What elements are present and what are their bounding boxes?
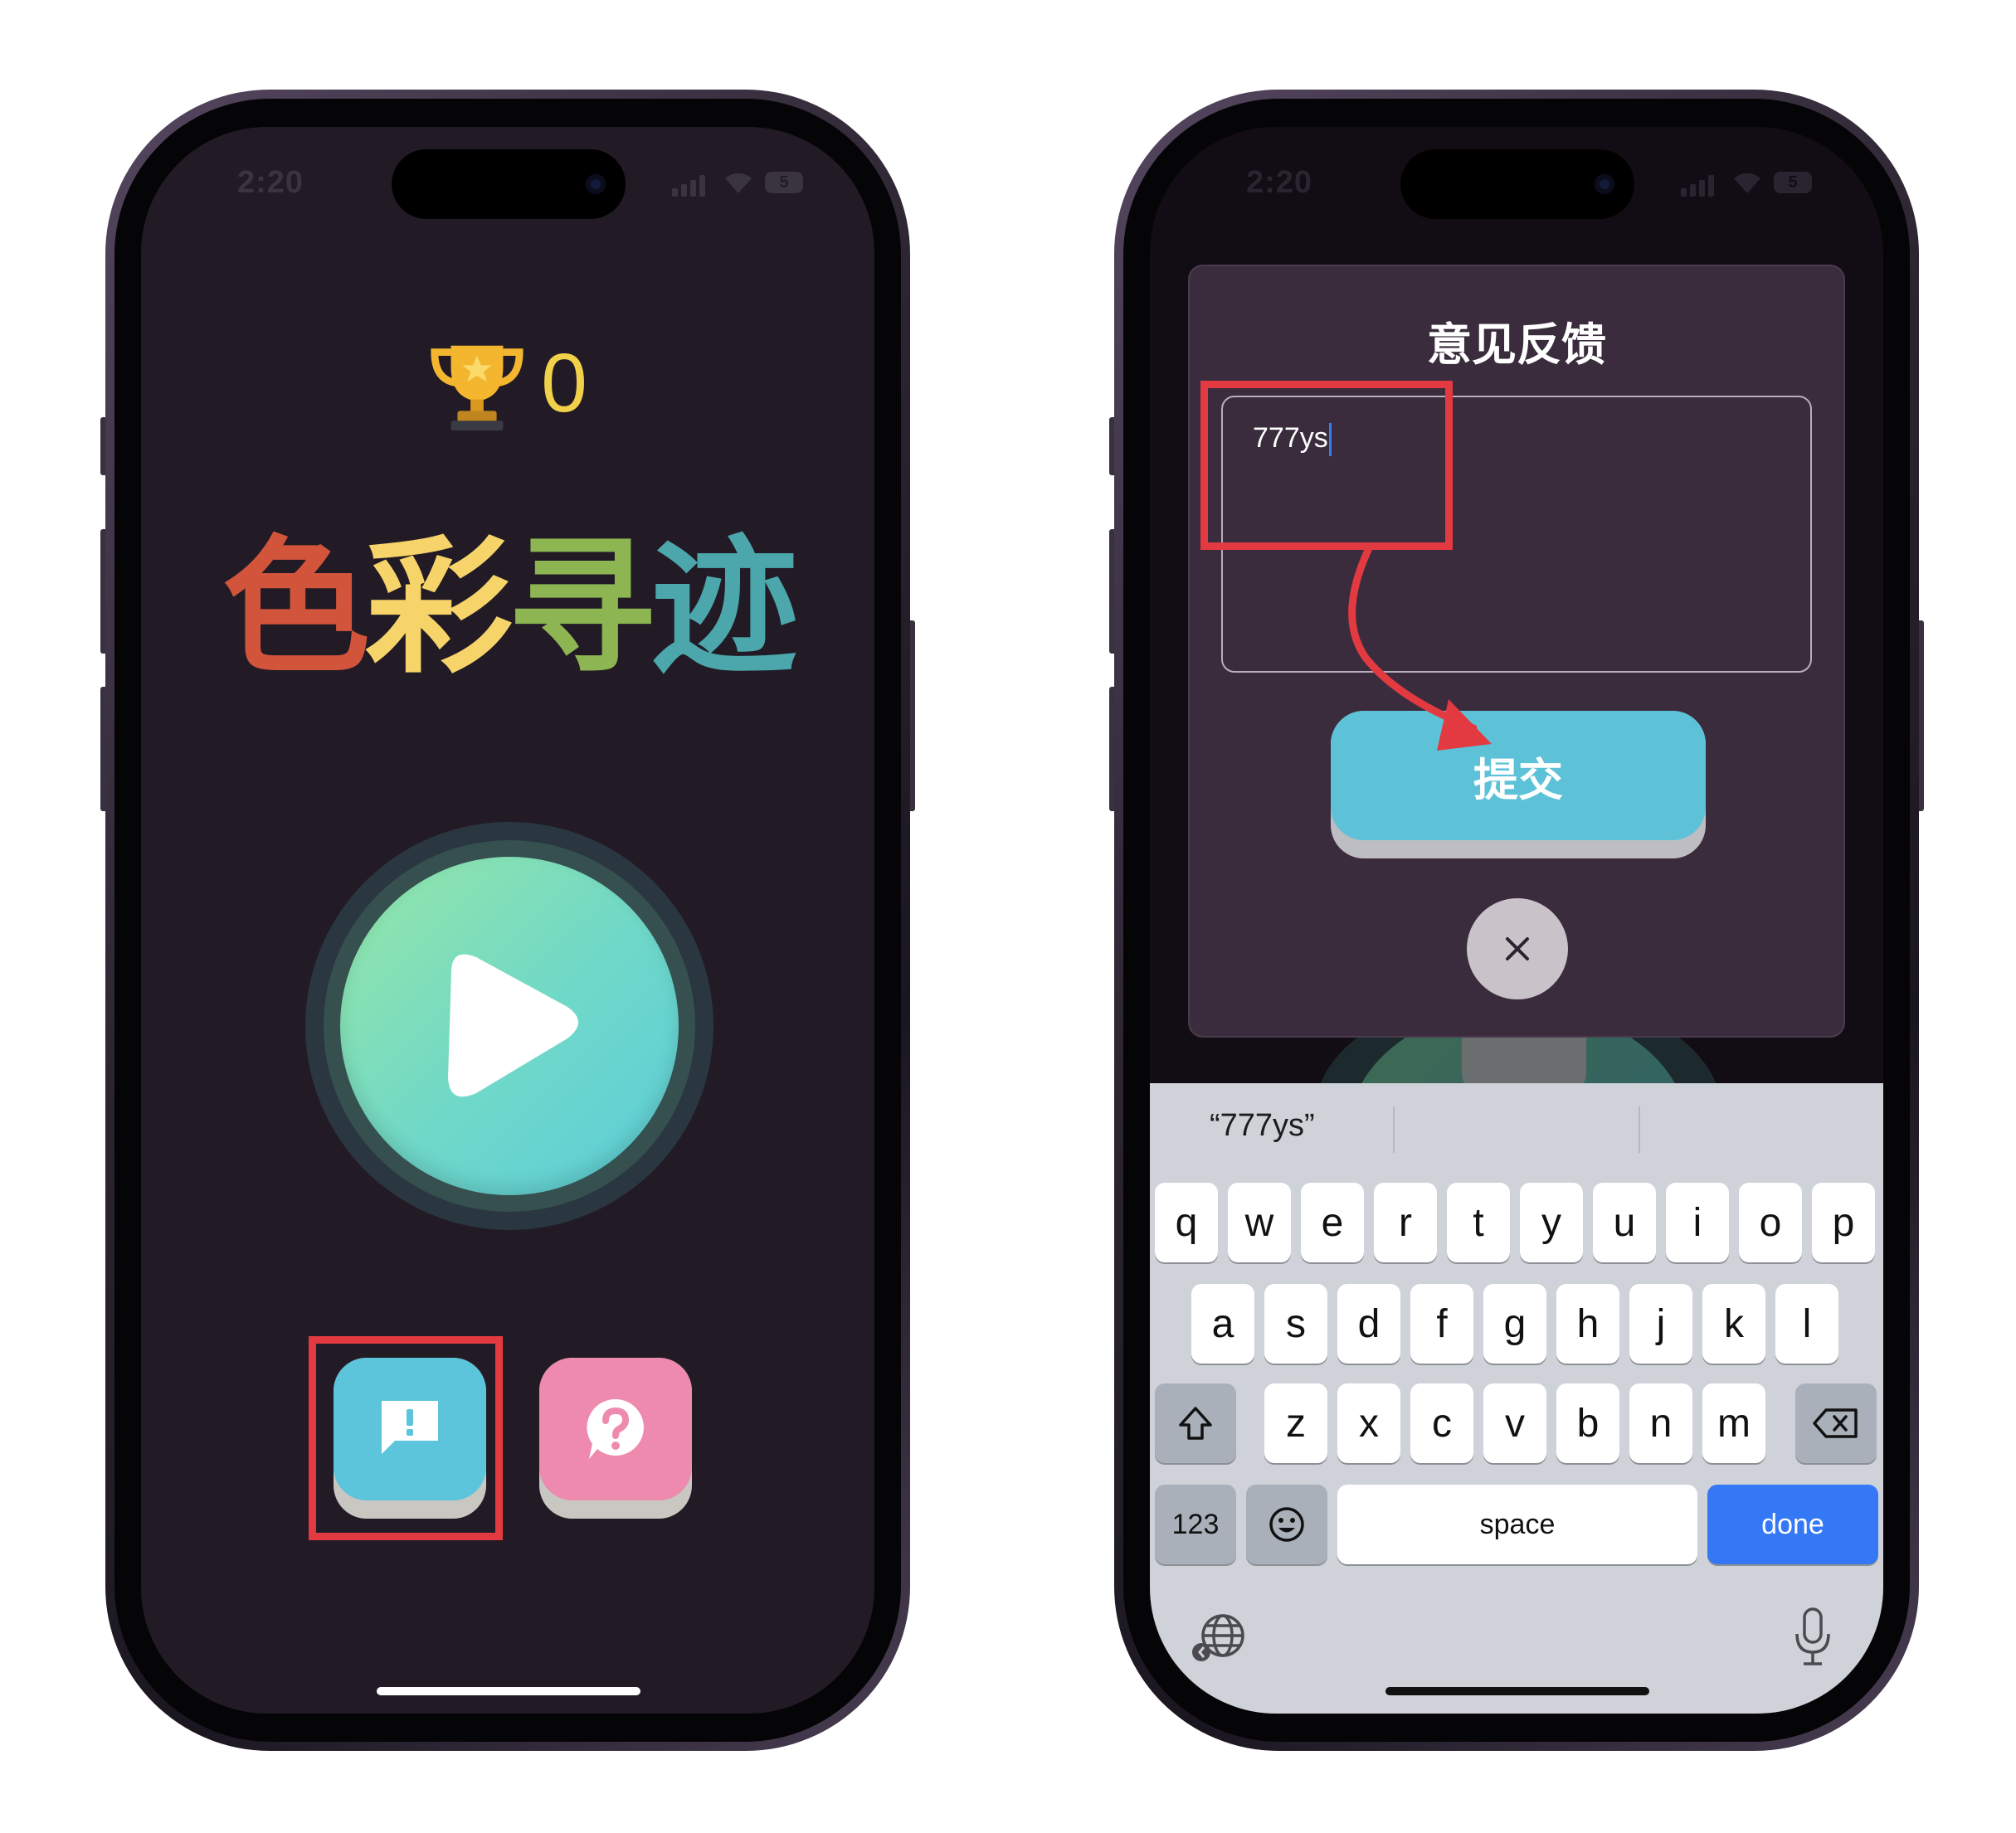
feedback-screen: 2:20 5 意见反馈 777ys 提交 “777ys” q w e r t y… bbox=[1150, 127, 1883, 1714]
key-f[interactable]: f bbox=[1410, 1284, 1473, 1364]
play-button-glow bbox=[305, 822, 713, 1230]
play-button-ring bbox=[324, 840, 695, 1212]
key-g[interactable]: g bbox=[1483, 1284, 1546, 1364]
emoji-key[interactable] bbox=[1246, 1485, 1327, 1564]
done-key[interactable]: done bbox=[1707, 1485, 1878, 1564]
key-m[interactable]: m bbox=[1702, 1383, 1765, 1463]
key-u[interactable]: u bbox=[1593, 1183, 1656, 1262]
delete-key[interactable] bbox=[1795, 1383, 1877, 1463]
key-q[interactable]: q bbox=[1155, 1183, 1218, 1262]
suggestion-divider bbox=[1393, 1106, 1395, 1153]
key-i[interactable]: i bbox=[1666, 1183, 1729, 1262]
key-o[interactable]: o bbox=[1739, 1183, 1802, 1262]
game-title: 色彩寻迹 bbox=[141, 533, 874, 681]
shift-key[interactable] bbox=[1155, 1383, 1236, 1463]
delete-icon bbox=[1813, 1408, 1858, 1438]
key-l[interactable]: l bbox=[1775, 1284, 1838, 1364]
key-p[interactable]: p bbox=[1812, 1183, 1875, 1262]
key-h[interactable]: h bbox=[1556, 1284, 1619, 1364]
home-indicator bbox=[1385, 1687, 1649, 1695]
score-display: 0 bbox=[141, 334, 874, 432]
key-z[interactable]: z bbox=[1264, 1383, 1327, 1463]
globe-icon[interactable] bbox=[1191, 1609, 1249, 1667]
key-n[interactable]: n bbox=[1629, 1383, 1692, 1463]
score-value: 0 bbox=[541, 337, 587, 430]
phone-right: 2:20 5 意见反馈 777ys 提交 “777ys” q w e r t y… bbox=[1109, 90, 1924, 1751]
key-d[interactable]: d bbox=[1337, 1284, 1400, 1364]
key-t[interactable]: t bbox=[1447, 1183, 1510, 1262]
key-c[interactable]: c bbox=[1410, 1383, 1473, 1463]
title-char-2: 彩 bbox=[365, 520, 513, 693]
key-r[interactable]: r bbox=[1374, 1183, 1437, 1262]
key-s[interactable]: s bbox=[1264, 1284, 1327, 1364]
key-v[interactable]: v bbox=[1483, 1383, 1546, 1463]
camera-icon bbox=[586, 174, 606, 194]
wifi-icon bbox=[725, 173, 752, 193]
title-char-1: 色 bbox=[222, 520, 370, 693]
key-e[interactable]: e bbox=[1301, 1183, 1364, 1262]
game-home-screen: 2:20 5 0 色彩寻迹 bbox=[141, 127, 874, 1714]
emoji-icon bbox=[1269, 1507, 1304, 1542]
status-bar: 2:20 5 bbox=[141, 127, 874, 243]
microphone-icon[interactable] bbox=[1792, 1606, 1833, 1669]
status-time: 2:20 bbox=[237, 165, 304, 200]
suggestion-bar: “777ys” bbox=[1150, 1083, 1883, 1173]
title-char-4: 迹 bbox=[650, 520, 798, 693]
battery-icon: 5 bbox=[765, 172, 803, 193]
key-k[interactable]: k bbox=[1702, 1284, 1765, 1364]
key-w[interactable]: w bbox=[1228, 1183, 1291, 1262]
key-j[interactable]: j bbox=[1629, 1284, 1692, 1364]
key-b[interactable]: b bbox=[1556, 1383, 1619, 1463]
trophy-icon bbox=[431, 345, 523, 431]
dynamic-island bbox=[392, 149, 626, 219]
help-button-face bbox=[539, 1358, 692, 1500]
suggestion-divider bbox=[1639, 1106, 1640, 1153]
suggestion-item[interactable]: “777ys” bbox=[1210, 1108, 1315, 1144]
key-x[interactable]: x bbox=[1337, 1383, 1400, 1463]
annotation-arrow bbox=[1348, 542, 1492, 751]
play-button[interactable] bbox=[340, 857, 679, 1195]
key-a[interactable]: a bbox=[1191, 1284, 1254, 1364]
shift-icon bbox=[1179, 1407, 1212, 1440]
help-icon bbox=[587, 1398, 644, 1459]
help-button[interactable] bbox=[539, 1358, 692, 1519]
phone-left: 2:20 5 0 色彩寻迹 bbox=[100, 90, 915, 1751]
title-char-3: 寻 bbox=[508, 520, 655, 693]
space-key[interactable]: space bbox=[1337, 1485, 1697, 1564]
signal-icon bbox=[672, 175, 705, 197]
key-y[interactable]: y bbox=[1520, 1183, 1583, 1262]
numbers-key[interactable]: 123 bbox=[1155, 1485, 1236, 1564]
home-indicator bbox=[377, 1687, 640, 1695]
feedback-highlight-box bbox=[309, 1336, 503, 1540]
keyboard: “777ys” qwertyuiop asdfghjkl zxcvbnm 123… bbox=[1150, 1083, 1883, 1714]
play-icon bbox=[448, 954, 578, 1097]
